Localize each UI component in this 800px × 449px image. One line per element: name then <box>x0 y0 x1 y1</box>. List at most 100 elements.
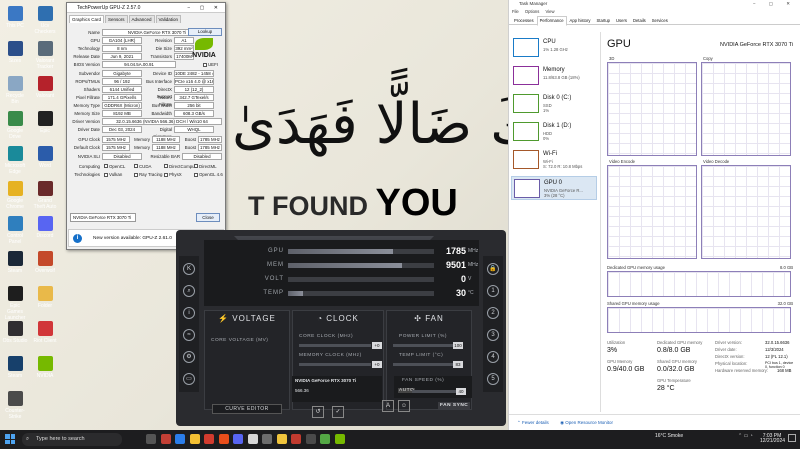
lookup-button[interactable]: Lookup <box>188 28 222 36</box>
desktop-icon[interactable]: Folder <box>32 286 58 309</box>
menu-options[interactable]: Options <box>525 9 539 14</box>
desktop-icon[interactable]: Control Panel <box>2 216 28 245</box>
open-resource-monitor-link[interactable]: ◉ Open Resource Monitor <box>560 420 613 425</box>
taskbar-app-icon[interactable] <box>204 434 214 444</box>
core-clock-value[interactable]: +0 <box>372 342 382 349</box>
desktop-icon[interactable]: Microsoft Edge <box>2 146 28 175</box>
tab-sensors[interactable]: Sensors <box>105 15 128 23</box>
temp-limit-slider[interactable] <box>393 363 453 366</box>
windows-start-icon[interactable] <box>5 434 15 444</box>
core-clock-slider[interactable] <box>299 344 371 347</box>
desktop-icon[interactable]: Valorant Tracker <box>32 41 58 70</box>
taskbar-app-icon[interactable] <box>320 434 330 444</box>
profile-4[interactable]: 4 <box>487 351 499 363</box>
menu-view[interactable]: View <box>546 9 555 14</box>
reset-icon[interactable]: ↺ <box>312 406 324 418</box>
tab-advanced[interactable]: Advanced <box>128 15 155 23</box>
weather-widget[interactable]: 16°C Smoke <box>655 434 683 439</box>
resource-item-disk-1-d[interactable]: Disk 1 (D:) HDD 0% <box>511 120 597 144</box>
engine-video-decode-label[interactable]: Video Decode <box>703 159 729 164</box>
profile-5[interactable]: 5 <box>487 373 499 385</box>
power-limit-slider[interactable] <box>393 344 453 347</box>
desktop-icon[interactable]: Ucv Checkers <box>32 6 58 35</box>
profile-1[interactable]: 1 <box>487 285 499 297</box>
clock[interactable]: 7:03 PM 12/21/2024 <box>760 434 785 444</box>
resource-item-gpu-0[interactable]: GPU 0 NVIDIA GeForce R... 3% (28 °C) <box>511 176 597 200</box>
desktop-icon[interactable]: Obs Studio <box>2 321 28 344</box>
notifications-icon[interactable] <box>788 434 796 442</box>
taskbar-app-icon[interactable] <box>233 434 243 444</box>
tab-performance[interactable]: Performance <box>536 16 567 26</box>
user-fan-icon[interactable]: ☺ <box>398 400 410 412</box>
lock-icon[interactable]: 🔒 <box>487 263 499 275</box>
memory-clock-value[interactable]: +0 <box>372 361 382 368</box>
desktop-icon[interactable]: Word <box>32 146 58 169</box>
tab-users[interactable]: Users <box>613 16 630 26</box>
desktop-icon[interactable]: Epic <box>32 111 58 134</box>
resource-item-memory[interactable]: Memory 11.8/63.8 GB (18%) <box>511 64 597 88</box>
taskbar-app-icon[interactable] <box>334 434 345 444</box>
desktop-icon[interactable]: Valorant <box>32 76 58 99</box>
tab-app-history[interactable]: App history <box>567 16 594 26</box>
desktop-icon[interactable]: Grand Theft Auto <box>32 181 58 210</box>
tab-processes[interactable]: Processes <box>511 16 537 26</box>
desktop-icon[interactable]: NVIDIA <box>32 356 58 379</box>
close-button[interactable]: Close <box>196 213 220 222</box>
desktop-icon[interactable]: Google Chrome <box>2 181 28 210</box>
desktop-icon[interactable]: Recycle Bin <box>2 76 28 105</box>
resource-item-disk-0-c[interactable]: Disk 0 (C:) SSD 1% <box>511 92 597 116</box>
tab-graphics-card[interactable]: Graphics Card <box>69 15 105 23</box>
memory-clock-slider[interactable] <box>299 363 371 366</box>
fan-sync-button[interactable]: FAN SYNC <box>438 402 471 409</box>
desktop-icon[interactable]: Google Drive <box>2 111 28 140</box>
monitor-icon[interactable]: ▭ <box>183 373 195 385</box>
curve-editor-button[interactable]: CURVE EDITOR <box>212 404 282 414</box>
apply-icon[interactable]: ✓ <box>332 406 344 418</box>
taskbar-app-icon[interactable] <box>160 434 171 444</box>
gpu-select[interactable]: NVIDIA GeForce RTX 3070 Ti <box>70 213 136 222</box>
resource-item-wi-fi[interactable]: Wi-Fi Wi-Fi S: 72.0 R: 10.8 Mbps <box>511 148 597 172</box>
taskbar-app-icon[interactable] <box>276 434 287 444</box>
profile-2[interactable]: 2 <box>487 307 499 319</box>
taskbar-app-icon[interactable] <box>175 434 185 444</box>
fan-speed-slider[interactable] <box>412 390 456 393</box>
kombustor-icon[interactable]: K <box>183 263 195 275</box>
desktop-icon[interactable]: Sizes <box>2 41 28 64</box>
oc-icon[interactable]: ≈ <box>183 329 195 341</box>
engine-3d-label[interactable]: 3D <box>609 56 614 61</box>
tab-services[interactable]: Services <box>649 16 671 26</box>
tab-validation[interactable]: Validation <box>155 15 181 23</box>
desktop-icon[interactable]: Counter-Strike <box>2 391 28 420</box>
taskbar-app-icon[interactable] <box>262 434 272 444</box>
taskbar-app-icon[interactable] <box>247 434 258 444</box>
engine-video-encode-label[interactable]: Video Encode <box>609 159 635 164</box>
desktop-icon[interactable]: Discord <box>32 216 58 239</box>
taskbar-app-icon[interactable] <box>218 434 229 444</box>
tab-details[interactable]: Details <box>630 16 649 26</box>
tab-startup[interactable]: Startup <box>594 16 614 26</box>
profile-3[interactable]: 3 <box>487 329 499 341</box>
engine-copy-label[interactable]: Copy <box>703 56 713 61</box>
taskbar-app-icon[interactable] <box>189 434 200 444</box>
desktop-icon[interactable]: Riot Client <box>32 321 58 344</box>
window-controls[interactable]: − ▢ ✕ <box>187 3 222 13</box>
desktop-icon[interactable]: Epic Games Launcher <box>2 286 28 321</box>
info-icon[interactable]: i <box>183 307 195 319</box>
power-limit-value[interactable]: 100 <box>453 342 463 349</box>
taskbar-app-icon[interactable] <box>146 434 156 444</box>
resource-item-cpu[interactable]: CPU 1% 1.28 GHz <box>511 36 597 60</box>
scanner-icon[interactable]: ⌕ <box>183 285 195 297</box>
settings-icon[interactable]: ⚙ <box>183 351 195 363</box>
tray-icons[interactable]: ⌃ ▭ ◔ <box>738 434 753 439</box>
desktop-icon[interactable]: Overwolf <box>32 251 58 274</box>
tm-window-controls[interactable]: − ▢ ✕ <box>753 0 796 8</box>
fewer-details-link[interactable]: ⌃ Fewer details <box>517 420 549 425</box>
taskbar-app-icon[interactable] <box>305 434 316 444</box>
temp-limit-value[interactable]: 83 <box>453 361 463 368</box>
auto-fan-icon[interactable]: A <box>382 400 394 412</box>
desktop-icon[interactable]: Steam <box>2 356 28 379</box>
taskbar-search[interactable]: ⌕ Type here to search <box>22 433 122 446</box>
desktop-icon[interactable]: Steam <box>2 251 28 274</box>
desktop-icon[interactable]: This PC <box>2 6 28 29</box>
taskbar-app-icon[interactable] <box>291 434 301 444</box>
